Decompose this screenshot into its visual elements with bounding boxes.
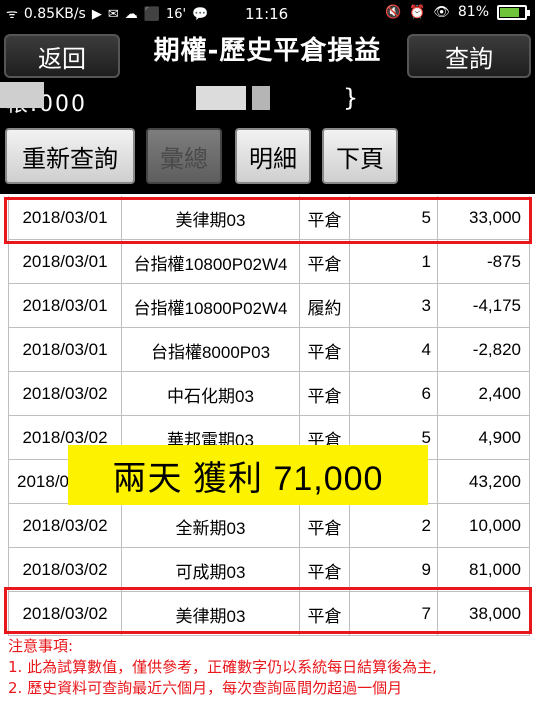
pl-cell: 2,400 [438, 372, 530, 416]
battery-fill [500, 7, 519, 17]
detail-button[interactable]: 明細 [235, 128, 311, 184]
pl-cell: -875 [438, 240, 530, 284]
type-cell: 平倉 [300, 592, 350, 636]
account-brace: } [343, 84, 359, 112]
qty-cell: 2 [350, 504, 438, 548]
date-cell: 2018/03/01 [8, 196, 122, 240]
page-title: 期權-歷史平倉損益 [153, 36, 382, 66]
pl-cell: 4,900 [438, 416, 530, 460]
toolbar: 重新查詢 彙總 明細 下頁 [0, 120, 535, 194]
mute-icon: 🔇 [384, 4, 402, 20]
profit-banner: 兩天 獲利 71,000 [68, 445, 428, 505]
play-icon: ▶ [91, 6, 102, 22]
eye-icon: 👁 [433, 4, 450, 20]
battery-icon [497, 4, 530, 20]
table-row[interactable]: 2018/03/01 台指權10800P02W4 履約 3 -4,175 [8, 284, 530, 328]
qty-cell: 1 [350, 240, 438, 284]
table-row[interactable]: 2018/03/01 美律期03 平倉 5 33,000 [8, 196, 530, 240]
header: 返回 期權-歷史平倉損益 查詢 [0, 28, 535, 78]
type-cell: 平倉 [300, 240, 350, 284]
table-row[interactable]: 2018/03/02 全新期03 平倉 2 10,000 [8, 504, 530, 548]
qty-cell: 5 [350, 196, 438, 240]
notes-line: 2. 歷史資料可查詢最近六個月，每次查詢區間勿超過一個月 [8, 679, 403, 697]
contract-cell: 全新期03 [122, 504, 300, 548]
type-cell: 平倉 [300, 196, 350, 240]
back-button[interactable]: 返回 [4, 34, 120, 78]
account-row: 帳.000 } [0, 78, 535, 120]
network-speed: 0.85KB/s [23, 6, 86, 22]
qty-cell: 7 [350, 592, 438, 636]
redaction-block [252, 86, 270, 110]
qty-cell: 3 [350, 284, 438, 328]
status-bar: ᯤ 0.85KB/s ▶ ✉ ☁ ⬛ 16' 💬 11:16 🔇 ⏰ 👁 81% [0, 0, 535, 28]
contract-cell: 可成期03 [122, 548, 300, 592]
notes-line: 1. 此為試算數值，僅供參考，正確數字仍以系統每日結算後為主, [8, 658, 437, 676]
pl-cell: -2,820 [438, 328, 530, 372]
battery-percent: 81% [457, 4, 489, 20]
pl-cell: 33,000 [438, 196, 530, 240]
table-row[interactable]: 2018/03/02 可成期03 平倉 9 81,000 [8, 548, 530, 592]
query-button[interactable]: 查詢 [407, 34, 531, 78]
clock: 11:16 [245, 5, 289, 23]
contract-cell: 台指權8000P03 [122, 328, 300, 372]
status-left: ᯤ 0.85KB/s ▶ ✉ ☁ ⬛ 16' 💬 [6, 6, 208, 22]
redaction-block [0, 82, 44, 108]
date-cell: 2018/03/02 [8, 592, 122, 636]
table-row[interactable]: 2018/03/01 台指權8000P03 平倉 4 -2,820 [8, 328, 530, 372]
qty-cell: 4 [350, 328, 438, 372]
date-cell: 2018/03/01 [8, 240, 122, 284]
temperature-icon: 16' [165, 6, 187, 22]
summary-button[interactable]: 彙總 [146, 128, 222, 184]
requery-button[interactable]: 重新查詢 [5, 128, 135, 184]
qty-cell: 9 [350, 548, 438, 592]
contract-cell: 中石化期03 [122, 372, 300, 416]
contract-cell: 台指權10800P02W4 [122, 284, 300, 328]
contract-cell: 台指權10800P02W4 [122, 240, 300, 284]
type-cell: 平倉 [300, 504, 350, 548]
status-right: 🔇 ⏰ 👁 81% [384, 4, 530, 20]
type-cell: 平倉 [300, 372, 350, 416]
qty-cell: 6 [350, 372, 438, 416]
table-row[interactable]: 2018/03/02 中石化期03 平倉 6 2,400 [8, 372, 530, 416]
notes-heading: 注意事項: [8, 637, 74, 655]
pl-cell: 10,000 [438, 504, 530, 548]
pl-cell: -4,175 [438, 284, 530, 328]
mail-icon: ✉ [107, 6, 119, 22]
pl-cell: 43,200 [438, 460, 530, 504]
app-icon: ⬛ [143, 6, 160, 22]
date-cell: 2018/03/02 [8, 504, 122, 548]
cloud-icon: ☁ [124, 6, 138, 22]
table-row[interactable]: 2018/03/02 美律期03 平倉 7 38,000 [8, 592, 530, 636]
date-cell: 2018/03/01 [8, 328, 122, 372]
pl-cell: 81,000 [438, 548, 530, 592]
date-cell: 2018/03/02 [8, 548, 122, 592]
notes: 注意事項: 1. 此為試算數值，僅供參考，正確數字仍以系統每日結算後為主, 2.… [8, 636, 533, 699]
pl-cell: 38,000 [438, 592, 530, 636]
signal-icon: ᯤ [6, 6, 18, 22]
contract-cell: 美律期03 [122, 196, 300, 240]
contract-cell: 美律期03 [122, 592, 300, 636]
date-cell: 2018/03/01 [8, 284, 122, 328]
type-cell: 平倉 [300, 328, 350, 372]
chat-icon: 💬 [192, 6, 209, 22]
next-page-button[interactable]: 下頁 [322, 128, 398, 184]
date-cell: 2018/03/02 [8, 372, 122, 416]
type-cell: 履約 [300, 284, 350, 328]
table-row[interactable]: 2018/03/01 台指權10800P02W4 平倉 1 -875 [8, 240, 530, 284]
type-cell: 平倉 [300, 548, 350, 592]
redaction-block [196, 86, 246, 110]
alarm-icon: ⏰ [409, 4, 426, 20]
